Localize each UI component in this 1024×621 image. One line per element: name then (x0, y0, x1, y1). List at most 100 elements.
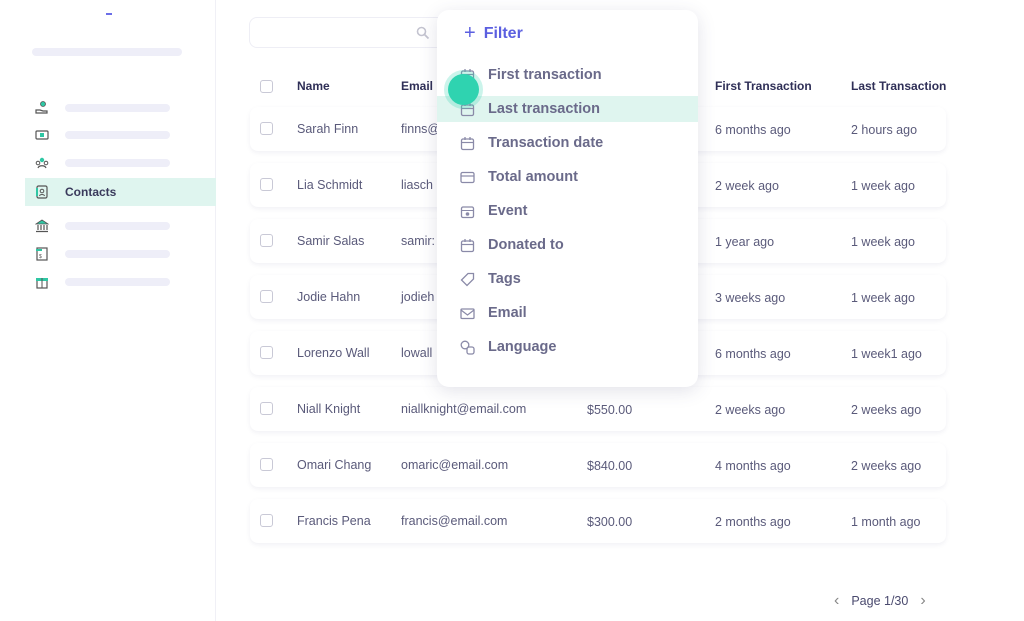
sidebar-item-item-3[interactable] (25, 149, 216, 177)
filter-option-label: Tags (488, 271, 521, 287)
tag-icon (459, 271, 475, 287)
filter-option-event[interactable]: Event (437, 198, 698, 224)
search-icon (416, 26, 430, 40)
contact-email: liasch (401, 178, 433, 192)
last-transaction: 2 weeks ago (851, 459, 922, 473)
row-checkbox[interactable] (260, 178, 273, 191)
sidebar-item-label: Contacts (65, 185, 117, 199)
select-all-checkbox[interactable] (260, 80, 273, 93)
first-transaction: 1 year ago (715, 235, 775, 249)
contact-email: jodieh (401, 290, 435, 304)
first-transaction: 2 week ago (715, 179, 779, 193)
invoice-icon: $ (35, 247, 49, 261)
filter-option-tags[interactable]: Tags (437, 266, 698, 292)
first-transaction: 6 months ago (715, 347, 791, 361)
row-checkbox[interactable] (260, 458, 273, 471)
filter-option-label: Transaction date (488, 135, 604, 151)
contact-name[interactable]: Lia Schmidt (297, 178, 362, 192)
row-checkbox[interactable] (260, 290, 273, 303)
cursor-indicator (448, 74, 479, 105)
filter-dropdown: + Filter First transaction Last transacti… (437, 10, 698, 387)
sidebar: Contacts $ (0, 0, 216, 621)
filter-option-transaction-date[interactable]: Transaction date (437, 130, 698, 156)
calendar-star-icon (459, 203, 475, 219)
svg-text:$: $ (39, 254, 42, 260)
filter-option-total-amount[interactable]: Total amount (437, 164, 698, 190)
row-checkbox[interactable] (260, 514, 273, 527)
filter-option-donated-to[interactable]: Donated to (437, 232, 698, 258)
envelope-icon (459, 305, 475, 321)
contact-name[interactable]: Francis Pena (297, 514, 371, 528)
sidebar-item-placeholder (65, 250, 170, 258)
row-checkbox[interactable] (260, 122, 273, 135)
row-checkbox[interactable] (260, 346, 273, 359)
ticket-icon (35, 128, 49, 142)
contact-amount: $300.00 (587, 515, 633, 529)
row-checkbox[interactable] (260, 234, 273, 247)
sidebar-item-placeholder (65, 104, 170, 112)
contact-email: samir: (401, 234, 436, 248)
contact-name[interactable]: Jodie Hahn (297, 290, 360, 304)
column-name[interactable]: Name (297, 79, 330, 93)
sidebar-item-placeholder (65, 159, 170, 167)
contact-name[interactable]: Lorenzo Wall (297, 346, 370, 360)
card-icon (459, 169, 475, 185)
sidebar-item-placeholder (65, 131, 170, 139)
filter-option-label: Event (488, 203, 528, 219)
language-icon (459, 339, 475, 355)
contact-name[interactable]: Niall Knight (297, 402, 360, 416)
filter-option-email[interactable]: Email (437, 300, 698, 326)
sidebar-item-contacts[interactable]: Contacts (25, 178, 216, 206)
first-transaction: 4 months ago (715, 459, 791, 473)
sidebar-item-item-6[interactable]: $ (25, 240, 216, 268)
next-page-button[interactable]: › (920, 592, 925, 610)
last-transaction: 1 week ago (851, 179, 915, 193)
last-transaction: 1 month ago (851, 515, 921, 529)
calendar-icon (459, 237, 475, 253)
add-filter-button[interactable]: + Filter (464, 22, 523, 45)
sidebar-item-item-2[interactable] (25, 121, 216, 149)
contact-name[interactable]: Samir Salas (297, 234, 364, 248)
sidebar-item-item-1[interactable] (25, 94, 216, 122)
group-icon (35, 156, 49, 170)
gift-icon (35, 275, 49, 289)
filter-option-label: Email (488, 305, 527, 321)
contact-email: lowall (401, 346, 433, 360)
calendar-icon (459, 135, 475, 151)
table-row[interactable]: Francis Pena francis@email.com $300.00 2 mo… (250, 499, 946, 543)
column-first-transaction[interactable]: First Transaction (715, 79, 812, 93)
contacts-icon (35, 185, 49, 199)
sidebar-item-item-7[interactable] (25, 268, 216, 296)
prev-page-button[interactable]: ‹ (834, 592, 839, 610)
filter-option-last-transaction[interactable]: Last transaction (437, 96, 698, 122)
sidebar-item-placeholder (65, 222, 170, 230)
first-transaction: 2 months ago (715, 515, 791, 529)
column-last-transaction[interactable]: Last Transaction (851, 79, 946, 93)
last-transaction: 2 hours ago (851, 123, 918, 137)
filter-option-label: Language (488, 339, 557, 355)
logo (106, 13, 112, 15)
filter-option-label: Last transaction (488, 101, 600, 117)
contact-email: finns@ (401, 122, 441, 136)
table-row[interactable]: Niall Knight niallknight@email.com $550.00… (250, 387, 946, 431)
table-row[interactable]: Omari Chang omaric@email.com $840.00 4 mont… (250, 443, 946, 487)
contact-email: francis@email.com (401, 514, 508, 528)
contact-amount: $550.00 (587, 403, 633, 417)
last-transaction: 1 week ago (851, 235, 915, 249)
first-transaction: 6 months ago (715, 123, 791, 137)
hand-money-icon (35, 101, 49, 115)
row-checkbox[interactable] (260, 402, 273, 415)
org-name-placeholder (32, 48, 182, 56)
contact-amount: $840.00 (587, 459, 633, 473)
page-label: Page 1/30 (851, 594, 909, 608)
filter-option-label: Total amount (488, 169, 578, 185)
sidebar-item-placeholder (65, 278, 170, 286)
filter-option-language[interactable]: Language (437, 334, 698, 360)
sidebar-item-item-5[interactable] (25, 212, 216, 240)
search-input[interactable] (249, 17, 449, 48)
last-transaction: 1 week ago (851, 291, 915, 305)
contact-email: niallknight@email.com (401, 402, 527, 416)
contact-name[interactable]: Omari Chang (297, 458, 371, 472)
column-email[interactable]: Email (401, 79, 433, 93)
contact-name[interactable]: Sarah Finn (297, 122, 358, 136)
